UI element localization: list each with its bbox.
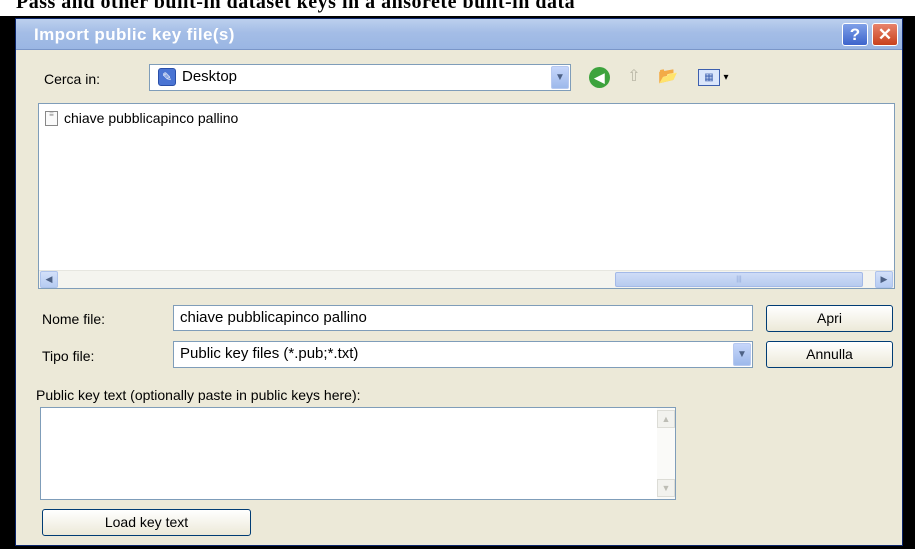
public-key-textarea[interactable]: ▲ ▼ [40, 407, 676, 500]
file-name: chiave pubblicapinco pallino [64, 110, 239, 126]
cropped-caption: Pass and other built-in dataset keys in … [16, 0, 576, 13]
scroll-down-button[interactable]: ▼ [657, 479, 675, 497]
filename-label: Nome file: [42, 311, 106, 327]
back-icon[interactable]: ◀ [589, 67, 610, 88]
cropped-header: Pass and other built-in dataset keys in … [0, 0, 915, 16]
filetype-dropdown-button[interactable]: ▼ [733, 343, 751, 366]
file-list[interactable]: ≡ chiave pubblicapinco pallino ◀ ||| ▶ [38, 103, 895, 289]
open-button[interactable]: Apri [766, 305, 893, 332]
scroll-left-button[interactable]: ◀ [40, 271, 58, 288]
new-folder-icon[interactable]: 📂 [656, 65, 680, 89]
cancel-button[interactable]: Annulla [766, 341, 893, 368]
filetype-label: Tipo file: [42, 348, 95, 364]
dialog-title: Import public key file(s) [34, 25, 235, 44]
load-key-text-button[interactable]: Load key text [42, 509, 251, 536]
lookin-label: Cerca in: [44, 71, 101, 87]
lookin-combo[interactable]: ✎ Desktop ▼ [149, 64, 571, 91]
filename-value: chiave pubblicapinco pallino [180, 309, 367, 326]
public-key-text-label: Public key text (optionally paste in pub… [36, 387, 361, 403]
horizontal-scrollbar[interactable]: ◀ ||| ▶ [39, 270, 894, 288]
up-folder-icon[interactable]: ⇧ [622, 65, 646, 89]
vertical-scrollbar[interactable]: ▲ ▼ [657, 408, 675, 499]
filetype-value: Public key files (*.pub;*.txt) [180, 345, 359, 362]
filetype-combo[interactable]: Public key files (*.pub;*.txt) ▼ [173, 341, 753, 368]
help-button[interactable]: ? [842, 23, 868, 46]
scroll-right-button[interactable]: ▶ [875, 271, 893, 288]
title-bar[interactable]: Import public key file(s) ? ✕ [16, 19, 902, 50]
list-item[interactable]: ≡ chiave pubblicapinco pallino [45, 110, 238, 126]
close-button[interactable]: ✕ [872, 23, 898, 46]
filename-input[interactable]: chiave pubblicapinco pallino [173, 305, 753, 331]
scroll-thumb[interactable]: ||| [615, 272, 863, 287]
lookin-dropdown-button[interactable]: ▼ [551, 66, 569, 89]
lookin-value: Desktop [182, 68, 238, 85]
scroll-up-button[interactable]: ▲ [657, 410, 675, 428]
view-menu-icon[interactable]: ▦ [698, 69, 720, 86]
view-menu-arrow-icon[interactable]: ▾ [721, 66, 731, 90]
import-dialog: Import public key file(s) ? ✕ Cerca in: … [15, 18, 903, 546]
text-file-icon: ≡ [45, 111, 58, 126]
desktop-icon: ✎ [158, 68, 176, 86]
